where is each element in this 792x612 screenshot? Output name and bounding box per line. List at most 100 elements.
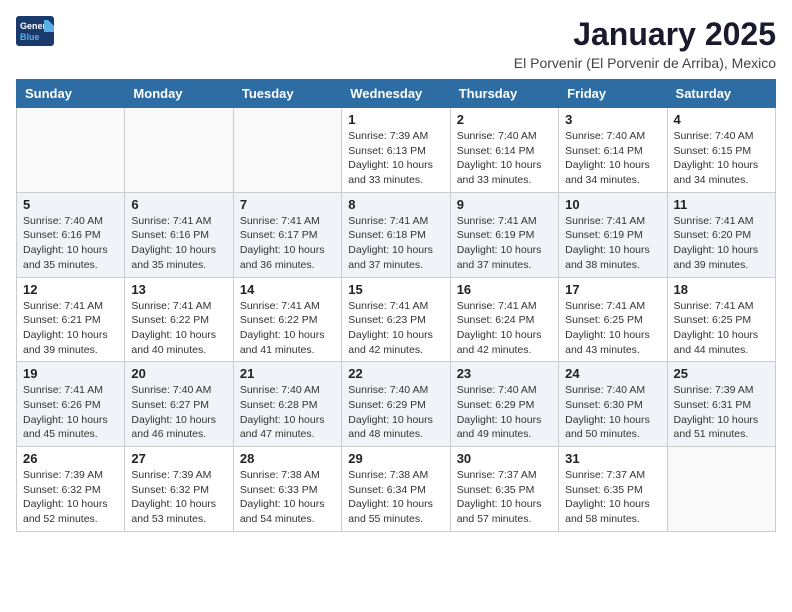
day-info: Sunrise: 7:41 AM Sunset: 6:17 PM Dayligh… [240, 214, 335, 273]
title-section: January 2025 El Porvenir (El Porvenir de… [514, 16, 776, 71]
day-info: Sunrise: 7:37 AM Sunset: 6:35 PM Dayligh… [565, 468, 660, 527]
day-number: 7 [240, 197, 335, 212]
day-number: 18 [674, 282, 769, 297]
calendar-cell: 15Sunrise: 7:41 AM Sunset: 6:23 PM Dayli… [342, 277, 450, 362]
calendar-cell: 22 Sunrise: 7:40 AM Sunset: 6:29 PM Dayli… [342, 362, 450, 447]
day-info: Sunrise: 7:40 AM Sunset: 6:15 PM Dayligh… [674, 129, 769, 188]
weekday-header-monday: Monday [125, 80, 233, 108]
day-number: 16 [457, 282, 552, 297]
calendar-cell: 12 Sunrise: 7:41 AM Sunset: 6:21 PM Dayli… [17, 277, 125, 362]
calendar-cell: 19Sunrise: 7:41 AM Sunset: 6:26 PM Dayli… [17, 362, 125, 447]
day-number: 25 [674, 366, 769, 381]
day-number: 29 [348, 451, 443, 466]
weekday-header-tuesday: Tuesday [233, 80, 341, 108]
day-number: 23 [457, 366, 552, 381]
day-info: Sunrise: 7:41 AM Sunset: 6:20 PM Dayligh… [674, 214, 769, 273]
calendar-cell: 23Sunrise: 7:40 AM Sunset: 6:29 PM Dayli… [450, 362, 558, 447]
weekday-header-saturday: Saturday [667, 80, 775, 108]
day-info: Sunrise: 7:41 AM Sunset: 6:19 PM Dayligh… [457, 214, 552, 273]
day-info: Sunrise: 7:38 AM Sunset: 6:34 PM Dayligh… [348, 468, 443, 527]
location-subtitle: El Porvenir (El Porvenir de Arriba), Mex… [514, 55, 776, 71]
calendar-body: 1Sunrise: 7:39 AM Sunset: 6:13 PM Daylig… [17, 108, 776, 532]
day-number: 22 [348, 366, 443, 381]
day-info: Sunrise: 7:39 AM Sunset: 6:32 PM Dayligh… [131, 468, 226, 527]
calendar-cell: 14 Sunrise: 7:41 AM Sunset: 6:22 PM Dayli… [233, 277, 341, 362]
day-number: 31 [565, 451, 660, 466]
page-header: General Blue January 2025 El Porvenir (E… [16, 16, 776, 71]
calendar-cell: 31 Sunrise: 7:37 AM Sunset: 6:35 PM Dayli… [559, 447, 667, 532]
day-info: Sunrise: 7:38 AM Sunset: 6:33 PM Dayligh… [240, 468, 335, 527]
weekday-header-row: SundayMondayTuesdayWednesdayThursdayFrid… [17, 80, 776, 108]
day-info: Sunrise: 7:39 AM Sunset: 6:31 PM Dayligh… [674, 383, 769, 442]
svg-text:Blue: Blue [20, 32, 40, 42]
day-info: Sunrise: 7:37 AM Sunset: 6:35 PM Dayligh… [457, 468, 552, 527]
day-number: 12 [23, 282, 118, 297]
calendar-week-row: 5Sunrise: 7:40 AM Sunset: 6:16 PM Daylig… [17, 192, 776, 277]
day-number: 26 [23, 451, 118, 466]
day-number: 14 [240, 282, 335, 297]
weekday-header-friday: Friday [559, 80, 667, 108]
calendar-cell: 5Sunrise: 7:40 AM Sunset: 6:16 PM Daylig… [17, 192, 125, 277]
calendar-cell: 17 Sunrise: 7:41 AM Sunset: 6:25 PM Dayli… [559, 277, 667, 362]
day-info: Sunrise: 7:41 AM Sunset: 6:16 PM Dayligh… [131, 214, 226, 273]
day-info: Sunrise: 7:41 AM Sunset: 6:23 PM Dayligh… [348, 299, 443, 358]
calendar-cell: 27 Sunrise: 7:39 AM Sunset: 6:32 PM Dayli… [125, 447, 233, 532]
calendar-cell: 16Sunrise: 7:41 AM Sunset: 6:24 PM Dayli… [450, 277, 558, 362]
month-title: January 2025 [514, 16, 776, 53]
day-info: Sunrise: 7:40 AM Sunset: 6:14 PM Dayligh… [457, 129, 552, 188]
day-number: 6 [131, 197, 226, 212]
calendar-cell: 26 Sunrise: 7:39 AM Sunset: 6:32 PM Dayli… [17, 447, 125, 532]
calendar-cell: 25 Sunrise: 7:39 AM Sunset: 6:31 PM Dayli… [667, 362, 775, 447]
calendar-cell: 21 Sunrise: 7:40 AM Sunset: 6:28 PM Dayli… [233, 362, 341, 447]
day-number: 3 [565, 112, 660, 127]
calendar-header: SundayMondayTuesdayWednesdayThursdayFrid… [17, 80, 776, 108]
day-number: 13 [131, 282, 226, 297]
day-number: 8 [348, 197, 443, 212]
day-number: 30 [457, 451, 552, 466]
calendar-cell: 7 Sunrise: 7:41 AM Sunset: 6:17 PM Daylig… [233, 192, 341, 277]
day-info: Sunrise: 7:40 AM Sunset: 6:14 PM Dayligh… [565, 129, 660, 188]
weekday-header-thursday: Thursday [450, 80, 558, 108]
day-number: 21 [240, 366, 335, 381]
day-info: Sunrise: 7:40 AM Sunset: 6:28 PM Dayligh… [240, 383, 335, 442]
calendar-cell [667, 447, 775, 532]
day-number: 24 [565, 366, 660, 381]
day-info: Sunrise: 7:41 AM Sunset: 6:22 PM Dayligh… [131, 299, 226, 358]
calendar-week-row: 19Sunrise: 7:41 AM Sunset: 6:26 PM Dayli… [17, 362, 776, 447]
logo-icon: General Blue [16, 16, 54, 46]
calendar-cell: 18 Sunrise: 7:41 AM Sunset: 6:25 PM Dayli… [667, 277, 775, 362]
day-info: Sunrise: 7:39 AM Sunset: 6:32 PM Dayligh… [23, 468, 118, 527]
day-number: 17 [565, 282, 660, 297]
calendar-cell: 6 Sunrise: 7:41 AM Sunset: 6:16 PM Daylig… [125, 192, 233, 277]
calendar-cell: 1Sunrise: 7:39 AM Sunset: 6:13 PM Daylig… [342, 108, 450, 193]
day-info: Sunrise: 7:40 AM Sunset: 6:16 PM Dayligh… [23, 214, 118, 273]
calendar-cell: 2 Sunrise: 7:40 AM Sunset: 6:14 PM Daylig… [450, 108, 558, 193]
calendar-cell: 9 Sunrise: 7:41 AM Sunset: 6:19 PM Daylig… [450, 192, 558, 277]
day-number: 28 [240, 451, 335, 466]
calendar-cell: 3 Sunrise: 7:40 AM Sunset: 6:14 PM Daylig… [559, 108, 667, 193]
weekday-header-sunday: Sunday [17, 80, 125, 108]
calendar-cell [125, 108, 233, 193]
calendar-cell: 4Sunrise: 7:40 AM Sunset: 6:15 PM Daylig… [667, 108, 775, 193]
day-number: 2 [457, 112, 552, 127]
day-number: 11 [674, 197, 769, 212]
calendar-cell [233, 108, 341, 193]
day-number: 20 [131, 366, 226, 381]
day-info: Sunrise: 7:40 AM Sunset: 6:29 PM Dayligh… [348, 383, 443, 442]
day-info: Sunrise: 7:41 AM Sunset: 6:22 PM Dayligh… [240, 299, 335, 358]
day-info: Sunrise: 7:41 AM Sunset: 6:25 PM Dayligh… [565, 299, 660, 358]
calendar-cell: 30 Sunrise: 7:37 AM Sunset: 6:35 PM Dayli… [450, 447, 558, 532]
logo: General Blue [16, 16, 54, 46]
calendar-cell: 28 Sunrise: 7:38 AM Sunset: 6:33 PM Dayli… [233, 447, 341, 532]
day-info: Sunrise: 7:41 AM Sunset: 6:21 PM Dayligh… [23, 299, 118, 358]
day-info: Sunrise: 7:39 AM Sunset: 6:13 PM Dayligh… [348, 129, 443, 188]
day-info: Sunrise: 7:41 AM Sunset: 6:18 PM Dayligh… [348, 214, 443, 273]
day-number: 9 [457, 197, 552, 212]
calendar-cell: 10Sunrise: 7:41 AM Sunset: 6:19 PM Dayli… [559, 192, 667, 277]
weekday-header-wednesday: Wednesday [342, 80, 450, 108]
day-number: 27 [131, 451, 226, 466]
day-info: Sunrise: 7:41 AM Sunset: 6:25 PM Dayligh… [674, 299, 769, 358]
day-info: Sunrise: 7:40 AM Sunset: 6:30 PM Dayligh… [565, 383, 660, 442]
calendar-cell [17, 108, 125, 193]
day-number: 10 [565, 197, 660, 212]
